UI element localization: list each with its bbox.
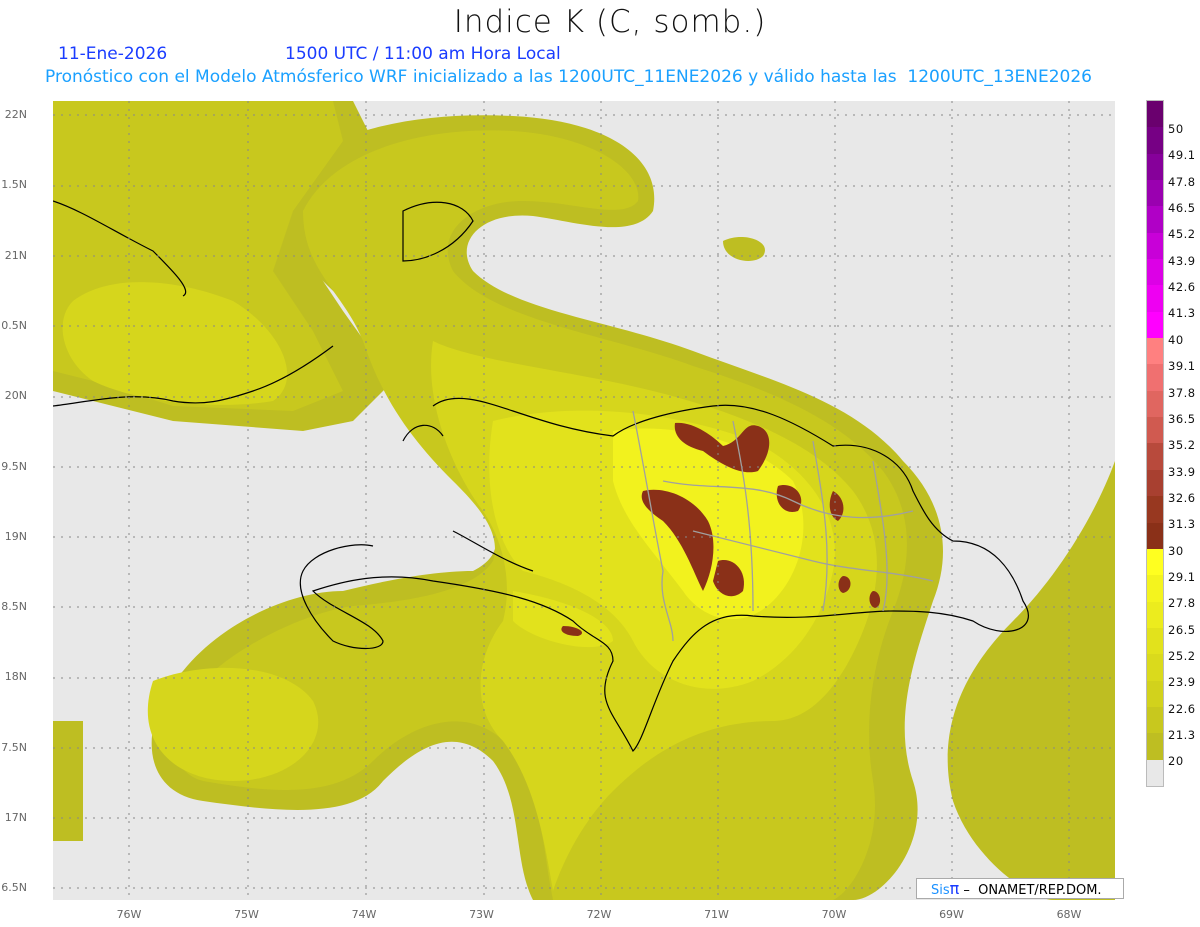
credit-pi-logo: π: [949, 879, 960, 898]
colorbar-label: 42.6: [1168, 280, 1196, 295]
credit-text: – ONAMET/REP.DOM.: [959, 883, 1102, 898]
lon-label: 68W: [1056, 908, 1082, 921]
k-index-map: [53, 101, 1115, 900]
colorbar-swatch: [1147, 285, 1163, 312]
colorbar-swatch: [1147, 469, 1163, 497]
colorbar-label: 32.6: [1168, 490, 1196, 505]
colorbar-swatch: [1147, 627, 1163, 655]
colorbar-label: 46.5: [1168, 201, 1196, 216]
colorbar-label: 26.5: [1168, 622, 1196, 637]
colorbar-swatch: [1147, 259, 1163, 286]
colorbar-label: 21.3: [1168, 728, 1196, 743]
lon-label: 76W: [116, 908, 142, 921]
colorbar-swatch: [1147, 496, 1163, 523]
lon-label: 75W: [234, 908, 259, 921]
colorbar-swatch: [1147, 443, 1163, 470]
colorbar-swatch: [1147, 601, 1163, 628]
lat-label: 18N: [4, 670, 27, 684]
colorbar-label: 45.2: [1168, 227, 1196, 242]
colorbar-swatch: [1147, 232, 1163, 260]
colorbar-label: 29.1: [1168, 569, 1196, 584]
colorbar-swatch: [1147, 654, 1163, 681]
model-description: Pronóstico con el Modelo Atmósferico WRF…: [45, 67, 1092, 87]
lat-label: 22N: [4, 108, 27, 121]
colorbar-label: 39.1: [1168, 359, 1196, 374]
colorbar-label: 41.3: [1168, 306, 1196, 321]
map-title: Indice K (C, somb.): [453, 4, 767, 40]
colorbar-label: 30: [1168, 543, 1184, 558]
colorbar-label: 50: [1168, 122, 1184, 136]
colorbar-swatch: [1147, 180, 1163, 207]
lat-label: 8.5N: [1, 600, 27, 614]
lat-label: 7.5N: [1, 740, 27, 754]
colorbar-label: 23.9: [1168, 675, 1196, 690]
lon-label: 69W: [939, 908, 964, 921]
lat-label: 9.5N: [1, 459, 27, 473]
colorbar-label: 27.8: [1168, 596, 1196, 611]
colorbar-swatch: [1147, 338, 1163, 365]
lon-label: 73W: [469, 908, 494, 921]
colorbar-label: 35.2: [1168, 438, 1196, 453]
colorbar-label: 40: [1168, 332, 1184, 347]
lat-label: 6.5N: [1, 881, 27, 895]
lat-label: 20N: [4, 389, 27, 403]
colorbar-swatch: [1147, 311, 1163, 339]
colorbar-swatch: [1147, 548, 1163, 576]
colorbar: [1146, 100, 1164, 787]
colorbar-swatch: [1147, 522, 1163, 549]
colorbar-swatch: [1147, 390, 1163, 418]
colorbar-label: 31.3: [1168, 517, 1196, 532]
colorbar-label: 33.9: [1168, 464, 1196, 479]
colorbar-label: 36.5: [1168, 411, 1196, 426]
credit-box: Sisπ – ONAMET/REP.DOM.: [916, 878, 1124, 899]
colorbar-swatch: [1147, 364, 1163, 391]
lat-label: 0.5N: [1, 318, 27, 332]
colorbar-swatch: [1147, 127, 1163, 154]
lon-label: 70W: [821, 908, 847, 921]
colorbar-label: 47.8: [1168, 174, 1196, 189]
lat-label: 19N: [4, 529, 27, 543]
colorbar-label: 20: [1168, 754, 1184, 769]
colorbar-swatch: [1147, 417, 1163, 444]
colorbar-swatch: [1147, 206, 1163, 233]
lat-label: 21N: [4, 248, 27, 262]
lon-label: 71W: [704, 908, 729, 921]
colorbar-swatch: [1147, 759, 1163, 786]
lat-label: 1.5N: [1, 178, 27, 192]
colorbar-label: 37.8: [1168, 385, 1196, 400]
lon-label: 74W: [351, 908, 377, 921]
colorbar-label: 43.9: [1168, 253, 1196, 268]
colorbar-swatch: [1147, 101, 1163, 128]
colorbar-swatch: [1147, 575, 1163, 602]
forecast-time: 1500 UTC / 11:00 am Hora Local: [285, 44, 561, 64]
colorbar-label: 49.1: [1168, 148, 1196, 163]
colorbar-swatch: [1147, 733, 1163, 760]
colorbar-label: 22.6: [1168, 701, 1196, 716]
lon-label: 72W: [586, 908, 612, 921]
lat-label: 17N: [4, 811, 27, 824]
colorbar-swatch: [1147, 680, 1163, 707]
colorbar-label: 25.2: [1168, 649, 1196, 663]
credit-brand: Sis: [931, 883, 950, 898]
forecast-date: 11-Ene-2026: [58, 44, 168, 64]
colorbar-swatch: [1147, 706, 1163, 734]
colorbar-swatch: [1147, 153, 1163, 181]
